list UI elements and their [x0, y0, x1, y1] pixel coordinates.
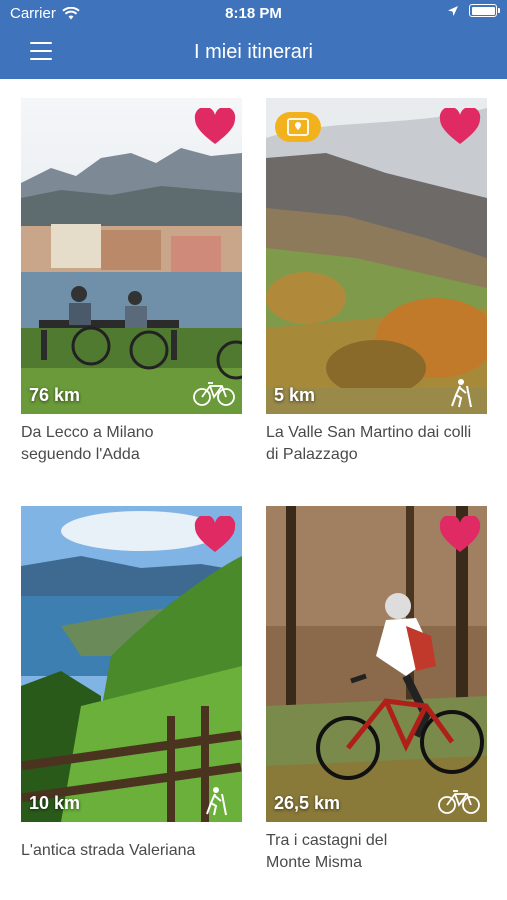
itinerary-card[interactable]: 76 km Da Lecco a Milano seguendo l'Adda: [21, 98, 242, 466]
title-line: di Palazzago: [266, 446, 358, 463]
heart-icon[interactable]: [439, 108, 481, 146]
itinerary-title: La Valle San Martino dai colli di Palazz…: [266, 422, 487, 466]
heart-icon[interactable]: [194, 516, 236, 554]
status-bar: Carrier 8:18 PM: [0, 0, 507, 26]
title-line: Da Lecco a Milano: [21, 424, 154, 441]
title-line: seguendo l'Adda: [21, 446, 140, 463]
itinerary-photo: 26,5 km: [266, 506, 487, 822]
heart-icon[interactable]: [439, 516, 481, 554]
itinerary-title: Tra i castagni del Monte Misma: [266, 830, 487, 874]
distance-label: 76 km: [29, 385, 81, 405]
title-line: L'antica strada Valeriana: [21, 842, 196, 859]
battery-icon: [469, 4, 500, 17]
itinerary-title: L'antica strada Valeriana: [21, 840, 242, 862]
distance-label: 10 km: [29, 793, 81, 813]
itinerary-card[interactable]: 5 km La Valle San Martino dai colli di P…: [266, 98, 487, 466]
distance-label: 26,5 km: [274, 793, 341, 813]
nav-bar: I miei itinerari: [0, 26, 507, 79]
itinerary-photo: 76 km: [21, 98, 242, 414]
hiker-icon: [451, 379, 472, 408]
map-icon: [287, 118, 309, 136]
itinerary-card[interactable]: 26,5 km Tra i castagni del Monte Misma: [266, 506, 487, 874]
clock: 8:18 PM: [225, 5, 282, 22]
title-line: La Valle San Martino dai colli: [266, 424, 472, 441]
distance-label: 5 km: [274, 385, 316, 405]
heart-icon[interactable]: [194, 108, 236, 146]
bike-icon: [193, 382, 235, 406]
location-arrow-icon: [448, 5, 458, 16]
hiker-icon: [206, 787, 227, 816]
itinerary-photo: 5 km: [266, 98, 487, 414]
map-badge[interactable]: [275, 112, 321, 142]
itinerary-photo: 10 km: [21, 506, 242, 822]
page-title: I miei itinerari: [194, 41, 313, 63]
title-line: Tra i castagni del: [266, 832, 388, 849]
status-right: [447, 4, 500, 17]
itinerary-title: Da Lecco a Milano seguendo l'Adda: [21, 422, 242, 466]
itinerary-card[interactable]: 10 km L'antica strada Valeriana: [21, 506, 242, 862]
title-line: Monte Misma: [266, 854, 363, 871]
bike-icon: [438, 790, 480, 814]
